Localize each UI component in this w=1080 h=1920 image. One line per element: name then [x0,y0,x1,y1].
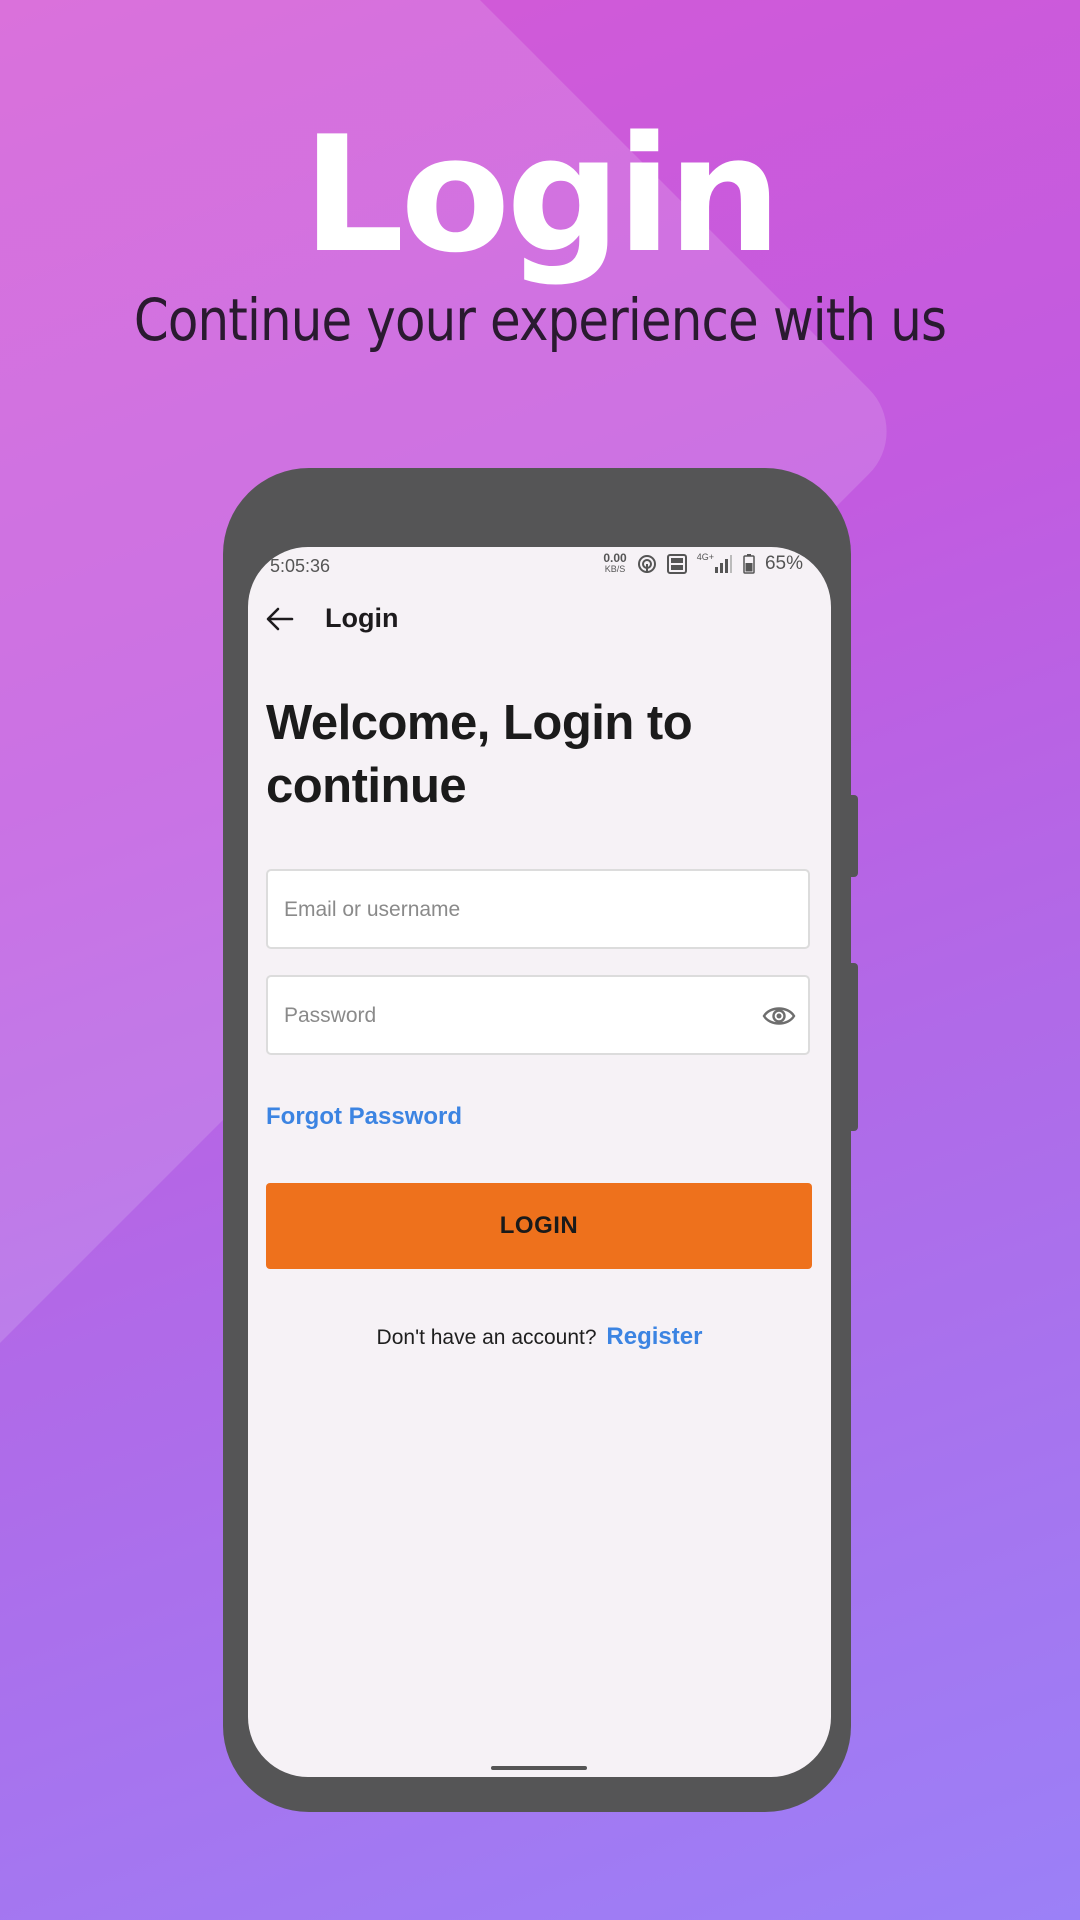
promo-subtitle: Continue your experience with us [133,286,947,354]
battery-icon [743,554,755,574]
network-type: 4G+ [696,552,714,562]
welcome-heading: Welcome, Login to continue [266,696,693,813]
password-input[interactable] [282,977,726,1055]
battery-percent: 65% [764,553,803,574]
phone-power-button [850,963,858,1131]
password-field[interactable] [266,975,810,1055]
eye-icon[interactable] [762,999,796,1033]
email-input[interactable] [282,871,726,949]
app-bar-title: Login [325,603,399,633]
signal-icon: 4G+ [696,552,733,574]
phone-screen: 5:05:36 0.00 KB/S 4G+ 65% Login Welcome,… [248,547,831,1777]
register-row: Don't have an account? Register [248,1323,831,1351]
net-speed-unit: KB/S [604,564,626,574]
arrow-left-icon[interactable] [262,601,298,637]
email-field[interactable] [266,869,810,949]
promo-title: Login [302,101,781,288]
signal-bars-icon [714,555,732,573]
home-indicator[interactable] [491,1766,587,1770]
login-button[interactable]: LOGIN [266,1183,812,1269]
status-time: 5:05:36 [270,556,331,576]
status-bar: 5:05:36 0.00 KB/S 4G+ 65% [248,547,831,587]
phone-volume-button [850,795,858,877]
net-speed: 0.00 KB/S [603,551,627,575]
app-bar: Login [248,589,831,649]
volte-icon [666,554,687,574]
forgot-password-link[interactable]: Forgot Password [266,1103,462,1131]
register-prompt: Don't have an account? [376,1326,597,1349]
status-icons: 0.00 KB/S 4G+ 65% [603,551,803,575]
register-link[interactable]: Register [606,1323,702,1350]
net-speed-value: 0.00 [603,551,627,565]
hotspot-icon [637,555,656,573]
